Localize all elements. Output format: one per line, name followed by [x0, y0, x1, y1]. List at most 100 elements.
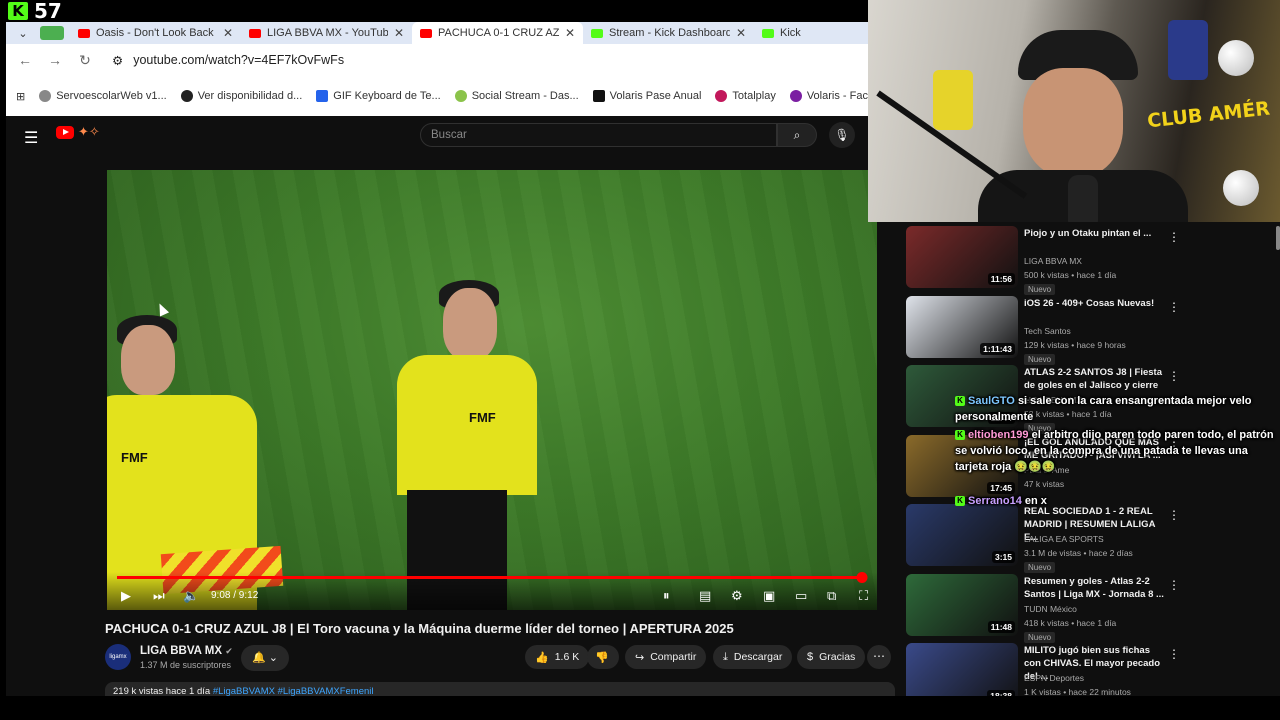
duration-badge: 11:56 — [987, 273, 1015, 285]
youtube-logo-icon[interactable] — [56, 126, 74, 139]
more-options-icon[interactable]: ⋮ — [1168, 647, 1180, 661]
recommendation-item[interactable]: 11:48 Resumen y goles - Atlas 2-2 Santos … — [906, 573, 1276, 643]
share-button[interactable]: ↪ Compartir — [625, 645, 707, 669]
video-thumbnail[interactable]: 11:56 — [906, 226, 1018, 288]
reload-icon[interactable]: ↻ — [78, 52, 92, 69]
recommendation-title[interactable]: Resumen y goles - Atlas 2-2 Santos | Lig… — [1024, 575, 1164, 601]
recommendation-title[interactable]: iOS 26 - 409+ Cosas Nuevas! — [1024, 297, 1164, 310]
video-thumbnail[interactable]: 3:15 — [906, 504, 1018, 566]
download-button[interactable]: ⤓ Descargar — [713, 645, 793, 669]
thumbs-up-icon: 👍 — [535, 651, 549, 664]
menu-icon[interactable]: ☰ — [24, 128, 38, 148]
youtube-favicon-icon — [78, 28, 90, 38]
kick-favicon-icon — [762, 28, 774, 38]
video-thumbnail[interactable]: 11:48 — [906, 573, 1018, 636]
close-icon[interactable]: ✕ — [565, 26, 575, 40]
tab-pachuca[interactable]: PACHUCA 0-1 CRUZ AZUL ✕ — [412, 22, 583, 44]
recommendation-channel[interactable]: LALIGA EA SPORTS — [1024, 534, 1104, 544]
channel-avatar[interactable]: ligamx — [105, 644, 131, 670]
close-icon[interactable]: ✕ — [736, 26, 746, 40]
thanks-icon: $ — [807, 651, 814, 663]
recommendation-meta: 129 k vistas • hace 9 horas — [1024, 339, 1126, 350]
totalplay-icon — [715, 90, 728, 102]
recommendation-channel[interactable]: Tech Santos — [1024, 326, 1071, 336]
recommendation-channel[interactable]: LIGA BBVA MX — [1024, 256, 1082, 266]
more-options-icon[interactable]: ⋮ — [1168, 369, 1180, 383]
url-field[interactable]: ⚙ youtube.com/watch?v=4EF7kOvFwFs — [112, 53, 344, 68]
bookmark-item[interactable]: Ver disponibilidad d... — [180, 90, 302, 102]
bookmarks-bar: ⊞ ServoescolarWeb v1... Ver disponibilid… — [6, 76, 915, 116]
search-input[interactable]: Buscar — [420, 123, 777, 147]
tab-oasis[interactable]: Oasis - Don't Look Back I ✕ — [70, 22, 241, 44]
referee-right: FMF — [397, 280, 557, 610]
autoplay-toggle-icon[interactable]: ⏸ — [663, 588, 670, 604]
more-options-icon[interactable]: ⋮ — [1168, 578, 1180, 592]
more-options-icon[interactable]: ⋮ — [1168, 230, 1180, 244]
tab-label: LIGA BBVA MX - YouTube — [267, 27, 388, 39]
tab-group-icon[interactable] — [40, 26, 64, 40]
recommendation-item[interactable]: 3:15 REAL SOCIEDAD 1 - 2 REAL MADRID | RE… — [906, 504, 1276, 573]
notification-bell-icon[interactable]: 🔔 ⌄ — [241, 645, 289, 671]
tab-kick[interactable]: Kick — [754, 22, 834, 44]
search-icon[interactable]: ⌕ — [777, 123, 817, 147]
close-icon[interactable]: ✕ — [223, 26, 233, 40]
globe-icon — [39, 90, 52, 102]
cast-icon[interactable]: ⧉ — [827, 588, 836, 604]
theater-mode-icon[interactable]: ▭ — [795, 588, 807, 604]
tab-label: Kick — [780, 27, 801, 39]
description-box[interactable]: 219 k vistas hace 1 día #LigaBBVAMX #Lig… — [105, 682, 895, 696]
recommendation-title[interactable]: Piojo y un Otaku pintan el ... — [1024, 227, 1164, 240]
tab-kick-dashboard[interactable]: Stream - Kick Dashboard ✕ — [583, 22, 754, 44]
scrubber-handle[interactable] — [856, 572, 868, 583]
soccer-ball — [1218, 40, 1254, 76]
youtube-doodle-icon[interactable]: ✦✧ — [78, 124, 100, 140]
close-icon[interactable]: ✕ — [394, 26, 404, 40]
play-icon[interactable]: ▶ — [121, 588, 131, 604]
more-actions-icon[interactable]: ⋯ — [867, 645, 891, 669]
more-options-icon[interactable]: ⋮ — [1168, 508, 1180, 522]
miniplayer-icon[interactable]: ▣ — [763, 588, 775, 604]
like-button[interactable]: 👍 1.6 K — [525, 645, 590, 669]
browser-window: ⌄ Oasis - Don't Look Back I ✕ LIGA BBVA … — [6, 22, 915, 116]
duration-badge: 17:45 — [987, 481, 1015, 494]
back-arrow-icon[interactable]: ← — [18, 52, 32, 68]
address-bar: ← → ↻ ⚙ youtube.com/watch?v=4EF7kOvFwFs — [6, 44, 868, 76]
microphone-icon[interactable]: 🎙 — [829, 122, 855, 148]
dislike-button[interactable]: 👎 — [587, 645, 619, 669]
fullscreen-icon[interactable]: ⛶ — [859, 588, 868, 604]
subtitles-icon[interactable]: ▤ — [699, 588, 711, 604]
progress-bar[interactable] — [117, 572, 868, 583]
bookmark-item[interactable]: Volaris Pase Anual — [592, 90, 701, 102]
volume-icon[interactable]: 🔈 — [183, 588, 199, 604]
bookmark-item[interactable]: ServoescolarWeb v1... — [39, 90, 167, 102]
recommendation-channel[interactable]: TUDN México — [1024, 604, 1077, 614]
bookmark-item[interactable]: GIF Keyboard de Te... — [316, 90, 441, 102]
next-icon[interactable]: ⏭ — [153, 588, 165, 604]
tab-search-icon[interactable]: ⌄ — [6, 27, 40, 40]
recommendation-item[interactable]: 11:56 Piojo y un Otaku pintan el ... LIGA … — [906, 226, 1276, 295]
video-thumbnail[interactable]: 1:11:43 — [906, 295, 1018, 358]
recommendation-channel[interactable]: ESPN Deportes — [1024, 673, 1084, 683]
channel-name[interactable]: LIGA BBVA MX ✔ — [140, 645, 233, 657]
video-thumbnail[interactable]: 18:38 — [906, 643, 1018, 696]
new-badge: Nuevo — [1024, 353, 1056, 365]
bookmark-item[interactable]: Totalplay — [715, 90, 776, 102]
tab-liga-bbva[interactable]: LIGA BBVA MX - YouTube ✕ — [241, 22, 412, 44]
settings-gear-icon[interactable]: ⚙ — [731, 588, 743, 604]
streamer-webcam: CLUB AMÉR — [868, 0, 1280, 222]
thanks-button[interactable]: $ Gracias — [797, 645, 866, 669]
gif-icon — [316, 90, 329, 102]
youtube-favicon-icon — [420, 28, 432, 38]
forward-arrow-icon[interactable]: → — [48, 52, 62, 68]
more-options-icon[interactable]: ⋮ — [1168, 300, 1180, 314]
recommendation-item[interactable]: 1:11:43 iOS 26 - 409+ Cosas Nuevas! Tech S… — [906, 295, 1276, 365]
video-player[interactable]: FMF FMF ▶ ⏭ 🔈 9:08 / 9:12 ⏸ ▤ ⚙ ▣ ▭ ⧉ ⛶ — [107, 170, 877, 610]
scrollbar[interactable] — [1276, 226, 1280, 250]
video-owner-row: ligamx LIGA BBVA MX ✔ 1.37 M de suscript… — [105, 644, 895, 674]
kick-logo-icon: K — [8, 2, 28, 20]
bookmark-item[interactable]: Social Stream - Das... — [454, 90, 579, 102]
recommendation-item[interactable]: 18:38 MILITO jugó bien sus fichas con CHI… — [906, 643, 1276, 696]
apps-grid-icon[interactable]: ⊞ — [16, 90, 25, 103]
site-info-icon[interactable]: ⚙ — [112, 53, 123, 68]
new-badge: Nuevo — [1024, 631, 1056, 643]
